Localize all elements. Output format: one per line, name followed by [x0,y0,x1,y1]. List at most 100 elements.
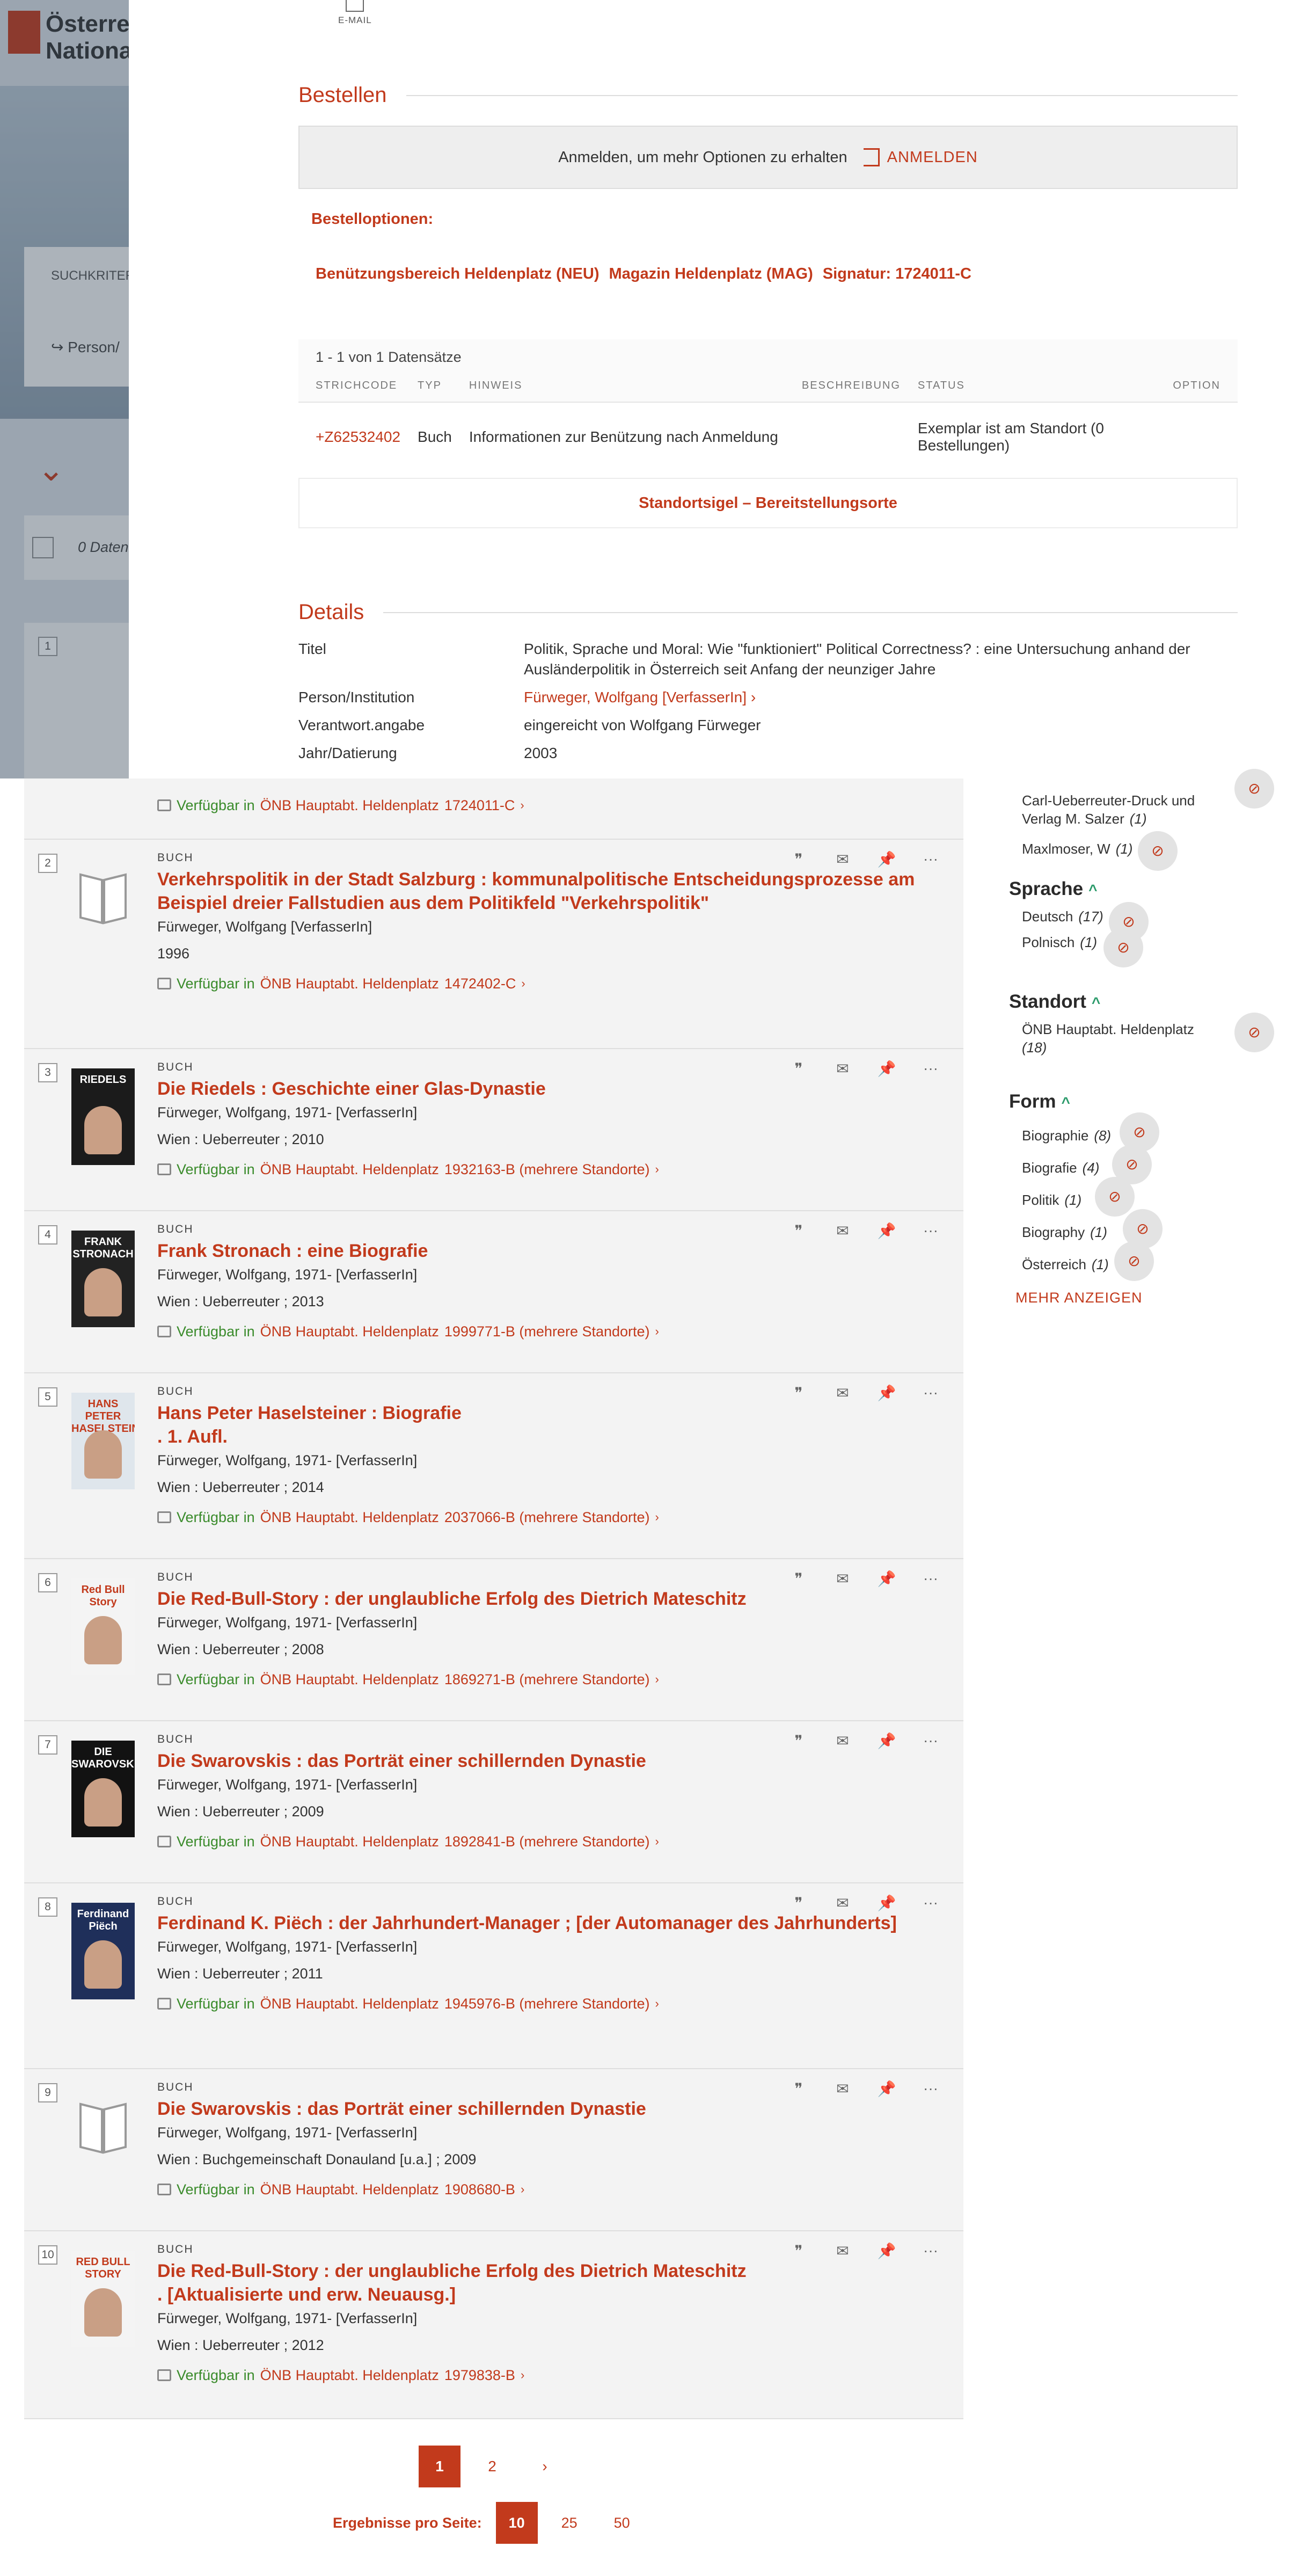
email-icon[interactable]: ✉ [831,1384,854,1402]
exclude-icon[interactable]: ⊘ [1138,831,1178,871]
quote-icon[interactable]: ❞ [787,1222,810,1240]
facet-item[interactable]: Polnisch (1) [1009,933,1288,951]
pin-icon[interactable]: 📌 [875,2080,898,2098]
book-cover-image[interactable]: Red Bull Story [71,1578,135,1675]
more-icon[interactable]: ··· [919,1222,942,1240]
availability-line[interactable]: Verfügbar in ÖNB Hauptabt. Heldenplatz 197… [157,2363,915,2387]
email-icon[interactable]: ✉ [831,1894,854,1912]
page-2[interactable]: 2 [471,2446,513,2487]
quote-icon[interactable]: ❞ [787,1570,810,1588]
pin-icon[interactable]: 📌 [875,1222,898,1240]
exclude-icon[interactable]: ⊘ [1103,928,1143,967]
quote-icon[interactable]: ❞ [787,2242,810,2260]
email-icon[interactable]: ✉ [831,1222,854,1240]
facet-form-title[interactable]: Form ^ [1009,1091,1288,1112]
result-title-link[interactable]: Hans Peter Haselsteiner : Biografie . 1. … [157,1401,915,1449]
more-icon[interactable]: ··· [919,2242,942,2260]
result-title-link[interactable]: Die Swarovskis : das Porträt einer schil… [157,1749,915,1773]
result-row: 2 BUCH Verkehrspolitik in der Stadt Salzbu… [24,840,963,1049]
more-icon[interactable]: ··· [919,1570,942,1588]
pin-icon[interactable]: 📌 [875,2242,898,2260]
detail-key: Titel [298,641,326,657]
detail-person-link[interactable]: Fürweger, Wolfgang [VerfasserIn] › [524,687,1238,708]
quote-icon[interactable]: ❞ [787,1384,810,1402]
pin-icon[interactable]: 📌 [875,1570,898,1588]
per-page-25[interactable]: 25 [549,2502,590,2544]
result-title-link[interactable]: Die Red-Bull-Story : der unglaubliche Er… [157,1587,915,1611]
facet-item[interactable]: ÖNB Hauptabt. Heldenplatz (18) [1009,1020,1224,1057]
book-cover-image[interactable]: Ferdinand Piëch [71,1903,135,1999]
availability-line[interactable]: Verfügbar in ÖNB Hauptabt. Heldenplatz 190… [157,2178,915,2201]
availability-line[interactable]: Verfügbar in ÖNB Hauptabt. Heldenplatz 199… [157,1320,915,1343]
pin-icon[interactable]: 📌 [875,1060,898,1078]
availability-line[interactable]: Verfügbar in ÖNB Hauptabt. Heldenplatz 147… [157,972,915,995]
more-icon[interactable]: ··· [919,1060,942,1078]
holding-signature: Signatur: 1724011-C [822,265,971,282]
pin-icon[interactable]: 📌 [875,1894,898,1912]
availability-line[interactable]: Verfügbar in ÖNB Hauptabt. Heldenplatz 203… [157,1505,915,1529]
holding-status: Exemplar ist am Standort (0 Bestellungen… [917,402,1156,471]
email-icon[interactable]: ✉ [831,2080,854,2098]
facet-count: (4) [1082,1160,1100,1176]
facet-location-title[interactable]: Standort ^ [1009,991,1288,1013]
exclude-icon[interactable]: ⊘ [1234,769,1274,809]
pin-icon[interactable]: 📌 [875,1384,898,1402]
quote-icon[interactable]: ❞ [787,1894,810,1912]
book-cover-image[interactable]: FRANK STRONACH [71,1231,135,1327]
availability-line[interactable]: Verfügbar in ÖNB Hauptabt. Heldenplatz 193… [157,1158,915,1181]
email-icon[interactable]: ✉ [831,1732,854,1750]
more-icon[interactable]: ··· [919,1894,942,1912]
email-icon[interactable]: ✉ [831,1570,854,1588]
email-action[interactable]: E-MAIL [338,0,372,26]
page-1[interactable]: 1 [419,2446,461,2487]
exclude-icon[interactable]: ⊘ [1114,1241,1154,1281]
more-icon[interactable]: ··· [919,1732,942,1750]
result-title-link[interactable]: Frank Stronach : eine Biografie [157,1239,915,1263]
result-title-link[interactable]: Die Swarovskis : das Porträt einer schil… [157,2097,915,2121]
email-icon[interactable]: ✉ [831,2242,854,2260]
holdings-box: Benützungsbereich Heldenplatz (NEU) Maga… [298,248,1238,471]
quote-icon[interactable]: ❞ [787,1060,810,1078]
facet-item[interactable]: Carl-Ueberreuter-Druck und Verlag M. Sal… [1009,791,1224,828]
result-title-link[interactable]: Verkehrspolitik in der Stadt Salzburg : … [157,868,915,915]
more-icon[interactable]: ··· [919,850,942,868]
per-page-50[interactable]: 50 [601,2502,643,2544]
availability-signature: 1869271-B (mehrere Standorte) [444,1671,650,1687]
availability-signature: 1724011-C [444,797,515,813]
result-title-link[interactable]: Die Red-Bull-Story : der unglaubliche Er… [157,2259,915,2306]
book-cover-image[interactable]: HANS PETER HASELSTEINER [71,1393,135,1489]
pin-icon[interactable]: 📌 [875,850,898,868]
book-cover-image[interactable]: RED BULL STORY [71,2251,135,2347]
result-author: Fürweger, Wolfgang, 1971- [VerfasserIn] [157,1452,418,1468]
more-icon[interactable]: ··· [919,1384,942,1402]
exclude-icon[interactable]: ⊘ [1095,1177,1135,1217]
login-button[interactable]: ANMELDEN [863,148,978,166]
next-page-icon[interactable]: › [524,2446,566,2487]
facet-location: Standort ^ ÖNB Hauptabt. Heldenplatz (18) … [1009,991,1288,1057]
standort-link[interactable]: Standortsigel – Bereitstellungsorte [298,478,1238,528]
email-icon[interactable]: ✉ [831,850,854,868]
result-imprint: Wien : Buchgemeinschaft Donauland [u.a.]… [157,2151,477,2167]
availability-line[interactable]: Verfügbar in ÖNB Hauptabt. Heldenplatz 1… [157,794,915,817]
more-facets-link[interactable]: MEHR ANZEIGEN [1009,1290,1288,1306]
per-page-10[interactable]: 10 [495,2502,538,2544]
result-title-link[interactable]: Ferdinand K. Piëch : der Jahrhundert-Man… [157,1911,915,1935]
result-title-link[interactable]: Die Riedels : Geschichte einer Glas-Dyna… [157,1077,915,1101]
availability-line[interactable]: Verfügbar in ÖNB Hauptabt. Heldenplatz 194… [157,1992,915,2015]
book-cover-image[interactable]: RIEDELS [71,1068,135,1165]
quote-icon[interactable]: ❞ [787,2080,810,2098]
book-cover-image[interactable]: DIE SWAROVSKIS [71,1741,135,1837]
book-icon [157,1163,171,1175]
availability-line[interactable]: Verfügbar in ÖNB Hauptabt. Heldenplatz 189… [157,1830,915,1853]
email-icon[interactable]: ✉ [831,1060,854,1078]
facet-item[interactable]: Politik (1) [1009,1191,1288,1209]
quote-icon[interactable]: ❞ [787,1732,810,1750]
more-icon[interactable]: ··· [919,2080,942,2098]
availability-line[interactable]: Verfügbar in ÖNB Hauptabt. Heldenplatz 186… [157,1668,915,1691]
quote-icon[interactable]: ❞ [787,850,810,868]
holding-barcode[interactable]: +Z62532402 [298,402,418,471]
facet-item[interactable]: Deutsch (17) [1009,907,1288,926]
facet-language-title[interactable]: Sprache ^ [1009,878,1288,900]
exclude-icon[interactable]: ⊘ [1234,1013,1274,1052]
pin-icon[interactable]: 📌 [875,1732,898,1750]
